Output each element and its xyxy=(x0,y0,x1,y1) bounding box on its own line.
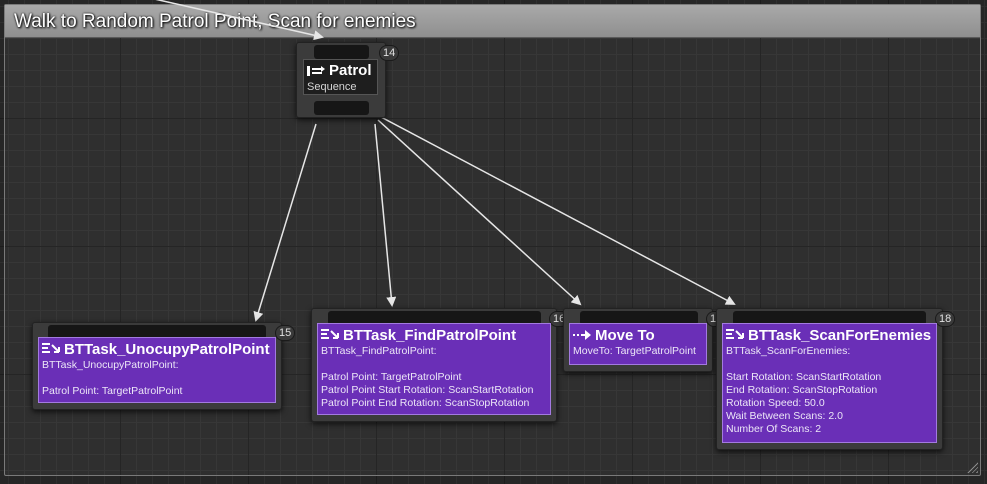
task-description: BTTask_UnocupyPatrolPoint: Patrol Point:… xyxy=(42,359,183,397)
task-node-find-patrol-point[interactable]: 16 BTTask_FindPatrolPoint BTTask_FindPat… xyxy=(311,308,570,422)
task-description: BTTask_FindPatrolPoint: Patrol Point: Ta… xyxy=(321,345,534,409)
task-body: Move To MoveTo: TargetPatrolPoint xyxy=(569,323,707,365)
task-title: BTTask_FindPatrolPoint xyxy=(343,326,517,344)
node-index-badge: 15 xyxy=(275,325,296,341)
task-body: BTTask_FindPatrolPoint BTTask_FindPatrol… xyxy=(317,323,551,415)
node-title: Patrol xyxy=(329,62,372,79)
task-body: BTTask_ScanForEnemies BTTask_ScanForEnem… xyxy=(722,323,937,443)
task-description: BTTask_ScanForEnemies: Start Rotation: S… xyxy=(726,345,882,435)
task-title: Move To xyxy=(595,326,655,344)
task-title: BTTask_ScanForEnemies xyxy=(748,326,932,344)
move-to-icon xyxy=(573,330,591,340)
task-node-scan-for-enemies[interactable]: 18 BTTask_ScanForEnemies BTTask_ScanForE… xyxy=(716,308,956,450)
node-subtitle: Sequence xyxy=(307,81,357,93)
patrol-sequence-node[interactable]: 14 Patrol Sequence xyxy=(296,42,400,118)
comment-title: Walk to Random Patrol Point, Scan for en… xyxy=(14,11,416,32)
input-pin[interactable] xyxy=(314,45,369,59)
task-icon xyxy=(42,343,60,353)
resize-handle-icon[interactable] xyxy=(967,462,978,473)
task-node-move-to[interactable]: 17 Move To MoveTo: TargetPatrolPoint xyxy=(563,308,727,372)
output-pin[interactable] xyxy=(314,101,369,115)
task-icon xyxy=(321,329,339,339)
node-index-badge: 14 xyxy=(379,45,400,61)
task-icon xyxy=(726,329,744,339)
composite-body: Patrol Sequence xyxy=(303,59,378,95)
sequence-icon xyxy=(307,65,325,76)
comment-header[interactable]: Walk to Random Patrol Point, Scan for en… xyxy=(5,5,980,38)
task-description: MoveTo: TargetPatrolPoint xyxy=(573,345,696,357)
task-title: BTTask_UnocupyPatrolPoint xyxy=(64,340,270,358)
node-index-badge: 18 xyxy=(935,311,956,327)
task-body: BTTask_UnocupyPatrolPoint BTTask_Unocupy… xyxy=(38,337,276,403)
task-node-unocupy-patrol-point[interactable]: 15 BTTask_UnocupyPatrolPoint BTTask_Unoc… xyxy=(32,322,296,410)
